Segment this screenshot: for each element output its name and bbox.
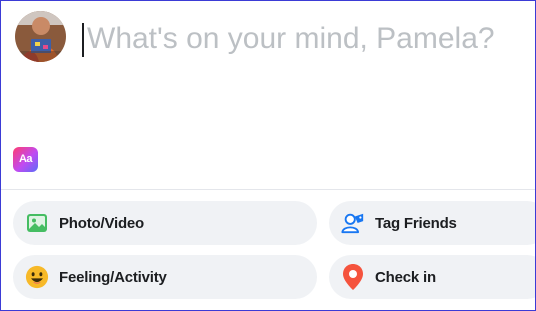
post-text-input[interactable] bbox=[87, 19, 527, 59]
tag-friends-button[interactable]: Tag Friends bbox=[329, 201, 535, 245]
background-style-icon[interactable]: Aa bbox=[13, 147, 38, 172]
feeling-icon bbox=[25, 265, 49, 289]
feeling-activity-label: Feeling/Activity bbox=[59, 268, 167, 286]
text-caret bbox=[82, 23, 84, 57]
feeling-activity-button[interactable]: Feeling/Activity bbox=[13, 255, 317, 299]
location-pin-icon bbox=[341, 264, 365, 290]
photo-video-button[interactable]: Photo/Video bbox=[13, 201, 317, 245]
avatar[interactable] bbox=[15, 11, 66, 62]
divider bbox=[1, 189, 535, 190]
check-in-label: Check in bbox=[375, 268, 436, 286]
photo-video-label: Photo/Video bbox=[59, 214, 145, 232]
post-composer: Aa Photo/Video Tag Friends bbox=[0, 0, 536, 311]
tag-friends-label: Tag Friends bbox=[375, 214, 457, 232]
avatar-image bbox=[15, 11, 66, 62]
check-in-button[interactable]: Check in bbox=[329, 255, 535, 299]
tag-friends-icon bbox=[341, 211, 365, 235]
photo-icon bbox=[25, 211, 49, 235]
